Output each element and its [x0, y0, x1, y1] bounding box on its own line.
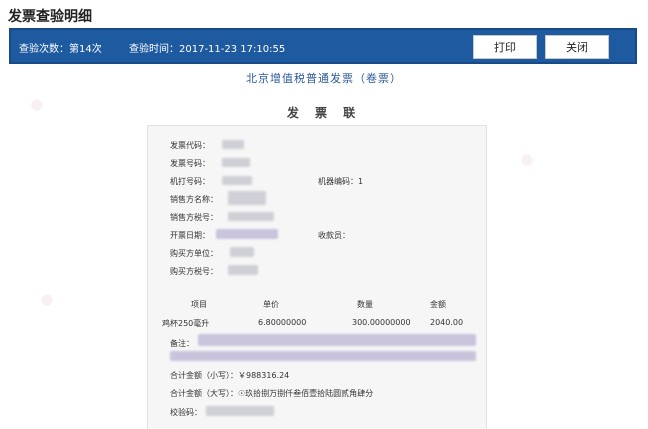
redacted-invoice-code: [222, 140, 244, 149]
invoice-number-label: 发票号码：: [170, 159, 210, 168]
invoice-type-title: 北京增值税普通发票（卷票）: [246, 72, 402, 85]
redacted-machine-print-number: [222, 176, 252, 185]
check-count: 查验次数：第14次: [19, 44, 102, 55]
header-bar: 查验次数：第14次 查验时间：2017-11-23 17:10:55 打印 关闭: [9, 28, 637, 64]
page-title: 发票查验明细: [8, 9, 92, 25]
redacted-buyer-tax-id: [228, 265, 258, 275]
total-big: 合计金额（大写）：☉玖拾捌万捌仟叁佰壹拾陆圆贰角肆分: [170, 389, 374, 398]
seller-name-label: 销售方名称：: [170, 195, 218, 204]
redacted-seller-name: [228, 191, 266, 205]
row-amount: 2040.00: [430, 318, 464, 327]
redacted-issue-date: [216, 229, 278, 239]
remark-label: 备注：: [170, 339, 194, 348]
redacted-remark-line-1: [198, 334, 476, 346]
invoice-code-label: 发票代码：: [170, 141, 210, 150]
check-time: 查验时间：2017-11-23 17:10:55: [129, 44, 286, 55]
table-header-qty: 数量: [357, 300, 373, 309]
seller-tax-id-label: 销售方税号：: [170, 213, 218, 222]
row-item: 鸡杯250毫升: [162, 319, 210, 328]
total-small: 合计金额（小写）：￥988316.24: [170, 371, 290, 380]
table-header-item: 项目: [191, 300, 207, 309]
machine-print-number-label: 机打号码：: [170, 177, 210, 186]
machine-code-label: 机器编码：1: [318, 177, 364, 186]
redacted-invoice-number: [222, 158, 250, 167]
redacted-remark-line-2: [170, 351, 476, 361]
table-header-price: 单价: [263, 300, 279, 309]
invoice-detail-panel: 发票代码： 发票号码： 机打号码： 机器编码：1 销售方名称： 销售方税号： 开…: [147, 125, 487, 429]
watermark: ●: [37, 288, 56, 310]
check-code-label: 校验码：: [170, 408, 202, 417]
redacted-seller-tax-id: [228, 212, 274, 221]
watermark: ●: [517, 148, 536, 170]
print-button[interactable]: 打印: [473, 35, 537, 59]
row-qty: 300.00000000: [352, 318, 411, 327]
row-price: 6.80000000: [258, 318, 307, 327]
close-button[interactable]: 关闭: [545, 35, 609, 59]
cashier-label: 收款员：: [318, 231, 350, 240]
issue-date-label: 开票日期：: [170, 231, 210, 240]
redacted-buyer-unit: [230, 247, 254, 257]
table-header-amount: 金额: [430, 300, 446, 309]
buyer-tax-id-label: 购买方税号：: [170, 267, 218, 276]
redacted-check-code: [206, 406, 274, 416]
buyer-unit-label: 购买方单位：: [170, 249, 218, 258]
invoice-copy-name: 发 票 联: [286, 106, 362, 120]
